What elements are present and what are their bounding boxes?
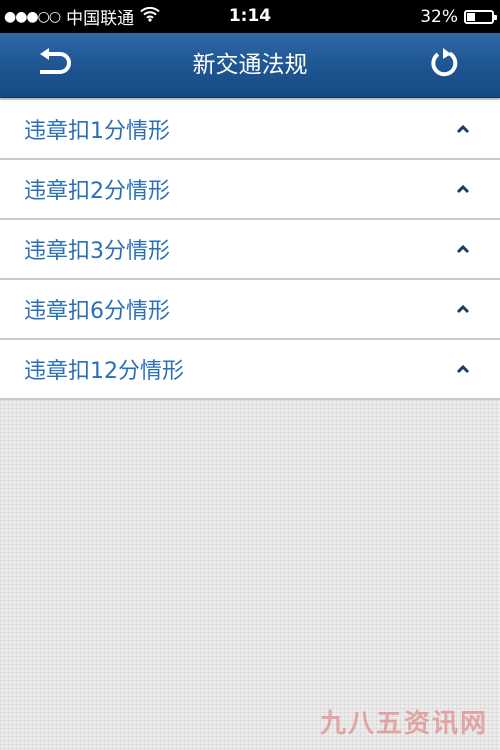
chevron-up-icon [456, 124, 470, 134]
list-item-label: 违章扣6分情形 [24, 299, 170, 324]
battery-percent: 32% [420, 6, 458, 27]
refresh-button[interactable] [423, 45, 467, 85]
list-item-label: 违章扣2分情形 [24, 179, 170, 204]
status-left: ●●●○○ 中国联通 [4, 4, 160, 29]
battery-icon [464, 9, 497, 24]
list-item[interactable]: 违章扣6分情形 [0, 280, 500, 340]
list-item[interactable]: 违章扣2分情形 [0, 160, 500, 220]
list-item-label: 违章扣3分情形 [24, 239, 170, 264]
status-bar: ●●●○○ 中国联通 1:14 32% [0, 0, 500, 33]
status-right: 32% [420, 6, 497, 27]
list-item-label: 违章扣12分情形 [24, 359, 184, 384]
list-item[interactable]: 违章扣3分情形 [0, 220, 500, 280]
chevron-up-icon [456, 364, 470, 374]
chevron-up-icon [456, 184, 470, 194]
navigation-bar: 新交通法规 [0, 33, 500, 98]
regulation-list: 违章扣1分情形 违章扣2分情形 违章扣3分情形 违章扣6分情形 违章扣12分情形 [0, 100, 500, 400]
carrier-label: 中国联通 [66, 9, 135, 29]
refresh-icon [429, 47, 461, 83]
battery-level-fill [467, 12, 475, 21]
wifi-icon [140, 6, 160, 27]
list-item[interactable]: 违章扣1分情形 [0, 100, 500, 160]
list-item-label: 违章扣1分情形 [24, 119, 170, 144]
signal-strength-icon: ●●●○○ [4, 8, 61, 25]
watermark: 九八五资讯网 [319, 709, 488, 739]
chevron-up-icon [456, 244, 470, 254]
list-item[interactable]: 违章扣12分情形 [0, 340, 500, 400]
chevron-up-icon [456, 304, 470, 314]
